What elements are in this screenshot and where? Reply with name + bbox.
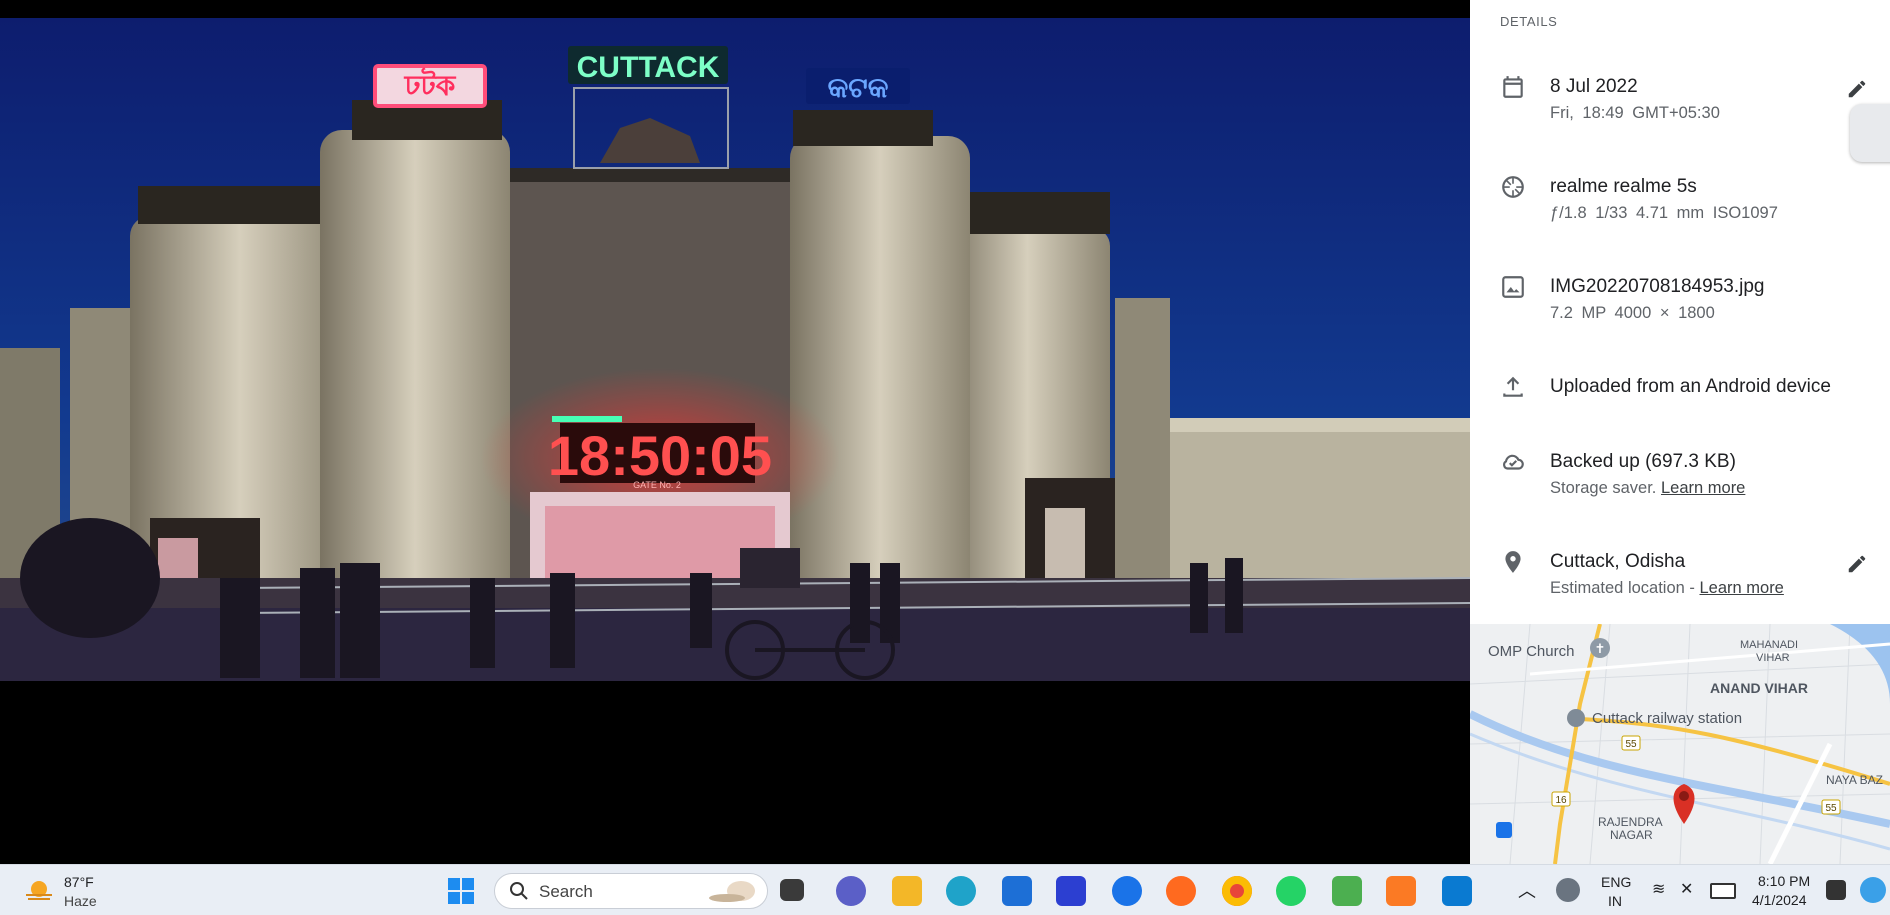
weather-condition: Haze xyxy=(64,893,97,909)
xampp-icon[interactable] xyxy=(1386,876,1416,906)
map-label-station: Cuttack railway station xyxy=(1592,710,1742,727)
camera-model: realme realme 5s xyxy=(1550,176,1697,197)
backup-learn-more-link[interactable]: Learn more xyxy=(1661,479,1745,497)
notification-icon[interactable] xyxy=(1826,880,1846,900)
show-hidden-icons-chevron[interactable]: ︿ xyxy=(1518,877,1536,903)
details-title: DETAILS xyxy=(1500,14,1558,29)
cloud-done-icon xyxy=(1503,454,1524,470)
app-blue-icon[interactable] xyxy=(1056,876,1086,906)
file-resolution: 7.2 MP 4000 × 1800 xyxy=(1550,304,1715,322)
aperture-icon xyxy=(1502,176,1524,198)
paint-icon[interactable] xyxy=(1332,876,1362,906)
store-icon[interactable] xyxy=(1002,876,1032,906)
alexa-icon[interactable] xyxy=(1112,876,1142,906)
tray-app-icon[interactable] xyxy=(1556,878,1580,902)
weather-haze-icon[interactable] xyxy=(24,877,54,903)
file-explorer-icon[interactable] xyxy=(892,876,922,906)
sign-top: CUTTACK xyxy=(577,51,720,84)
sign-left: ঢটক xyxy=(404,67,457,101)
road-16: 16 xyxy=(1555,795,1567,806)
location-pin-icon xyxy=(1505,551,1521,573)
photo-viewer: ঢটক CUTTACK କଟକ 18:50:05 GATE No. 2 xyxy=(0,0,1470,864)
edge-icon[interactable] xyxy=(946,876,976,906)
battery-icon[interactable] xyxy=(1710,883,1736,899)
road-55-b: 55 xyxy=(1825,803,1837,814)
weather-temp: 87°F xyxy=(64,874,94,890)
whatsapp-icon[interactable] xyxy=(1276,876,1306,906)
image-icon xyxy=(1502,276,1524,298)
svg-text:✝: ✝ xyxy=(1595,641,1606,656)
firefox-icon[interactable] xyxy=(1166,876,1196,906)
windows-start-icon[interactable] xyxy=(446,876,476,906)
backup-secondary: Storage saver. Learn more xyxy=(1550,479,1745,498)
language-code[interactable]: ENG xyxy=(1601,874,1631,890)
vscode-icon[interactable] xyxy=(1442,876,1472,906)
location-secondary: Estimated location - Learn more xyxy=(1550,579,1784,598)
map-label-rajendra: RAJENDRA xyxy=(1598,815,1663,829)
map-label-nagar: NAGAR xyxy=(1610,828,1653,842)
backup-note: Storage saver. xyxy=(1550,479,1661,497)
chrome-icon[interactable] xyxy=(1222,876,1252,906)
language-region[interactable]: IN xyxy=(1608,893,1622,909)
file-name: IMG20220708184953.jpg xyxy=(1550,276,1765,297)
map-label-anand-vihar: ANAND VIHAR xyxy=(1710,680,1808,696)
location-note: Estimated location - xyxy=(1550,579,1700,597)
search-icon xyxy=(510,882,528,900)
upload-icon xyxy=(1503,376,1523,397)
date-secondary: Fri, 18:49 GMT+05:30 xyxy=(1550,104,1720,122)
backup-status: Backed up (697.3 KB) xyxy=(1550,451,1736,472)
camera-settings: ƒ/1.8 1/33 4.71 mm ISO1097 xyxy=(1550,204,1778,222)
volume-muted-icon[interactable]: ✕ xyxy=(1680,879,1693,899)
map-label-mahanadi: MAHANADI xyxy=(1740,639,1798,651)
map-label-vihar: VIHAR xyxy=(1756,652,1790,664)
location-map[interactable]: ✝ OMP Church MAHANADI VIHAR ANAND VIHAR … xyxy=(1470,624,1890,864)
upload-source: Uploaded from an Android device xyxy=(1550,376,1831,397)
taskbar-time[interactable]: 8:10 PM xyxy=(1758,873,1810,889)
edit-date-icon[interactable] xyxy=(1846,78,1868,100)
taskbar-search-box[interactable]: Search xyxy=(494,873,768,909)
clock-display: 18:50:05 xyxy=(548,424,772,487)
calendar-icon xyxy=(1503,76,1523,98)
side-panel-toggle-button[interactable] xyxy=(1850,104,1890,162)
road-55-a: 55 xyxy=(1625,739,1637,750)
teams-icon[interactable] xyxy=(836,876,866,906)
details-panel: DETAILS 8 Jul 2022 Fri, 18:49 GMT+05:30 … xyxy=(1470,0,1890,864)
search-label: Search xyxy=(539,882,593,901)
edit-location-icon[interactable] xyxy=(1846,553,1868,575)
map-label-naya-bazar: NAYA BAZ xyxy=(1826,773,1883,787)
task-view-icon[interactable] xyxy=(780,879,804,901)
sign-right: କଟକ xyxy=(828,72,889,103)
map-label-omp: OMP Church xyxy=(1488,643,1574,660)
location-name: Cuttack, Odisha xyxy=(1550,551,1686,572)
wifi-icon[interactable]: ≋ xyxy=(1652,879,1665,899)
photo[interactable]: ঢটক CUTTACK କଟକ 18:50:05 GATE No. 2 xyxy=(0,18,1470,681)
date-primary: 8 Jul 2022 xyxy=(1550,76,1638,97)
taskbar-date[interactable]: 4/1/2024 xyxy=(1752,892,1807,908)
search-highlight-icon xyxy=(709,881,755,902)
copilot-icon[interactable] xyxy=(1860,877,1886,903)
gate-label: GATE No. 2 xyxy=(633,480,681,490)
location-learn-more-link[interactable]: Learn more xyxy=(1699,579,1783,597)
taskbar: 87°F Haze Search ︿ ENG IN ≋ ✕ 8:10 PM 4/… xyxy=(0,864,1890,915)
